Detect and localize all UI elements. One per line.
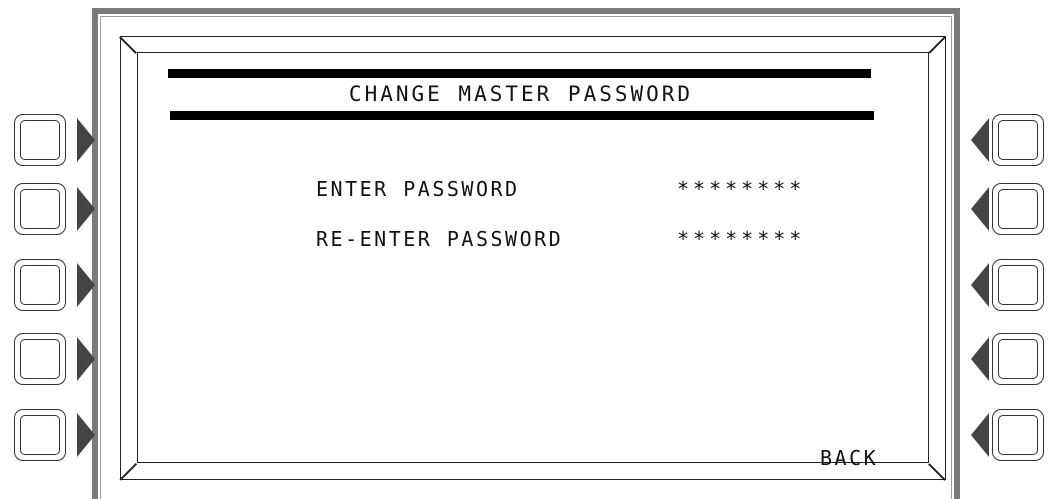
right-softkey-2[interactable] bbox=[992, 183, 1044, 235]
left-softkey-3[interactable] bbox=[14, 259, 66, 311]
right-softkey-4[interactable] bbox=[992, 333, 1044, 385]
left-softkey-4[interactable] bbox=[14, 333, 66, 385]
reenter-password-label: RE-ENTER PASSWORD bbox=[316, 227, 564, 251]
left-softkey-5-arrow-icon bbox=[77, 413, 95, 457]
title-bottom-rule bbox=[170, 111, 874, 120]
enter-password-label: ENTER PASSWORD bbox=[316, 177, 520, 201]
right-softkey-4-arrow-icon bbox=[971, 337, 989, 381]
left-softkey-2-arrow-icon bbox=[77, 187, 95, 231]
right-softkey-3[interactable] bbox=[992, 259, 1044, 311]
right-softkey-2-arrow-icon bbox=[971, 187, 989, 231]
back-softkey-label: BACK bbox=[820, 446, 879, 470]
right-softkey-3-arrow-icon bbox=[971, 263, 989, 307]
right-softkey-5-back[interactable] bbox=[992, 409, 1044, 461]
right-softkey-1[interactable] bbox=[992, 114, 1044, 166]
enter-password-field[interactable]: ******** bbox=[677, 176, 805, 202]
reenter-password-field[interactable]: ******** bbox=[677, 226, 805, 252]
title-top-rule bbox=[168, 69, 871, 78]
right-softkey-1-arrow-icon bbox=[971, 118, 989, 162]
left-softkey-3-arrow-icon bbox=[77, 263, 95, 307]
left-softkey-5[interactable] bbox=[14, 409, 66, 461]
left-softkey-4-arrow-icon bbox=[77, 337, 95, 381]
page-title: CHANGE MASTER PASSWORD bbox=[348, 82, 694, 106]
left-softkey-1[interactable] bbox=[14, 114, 66, 166]
right-softkey-5-arrow-icon bbox=[971, 413, 989, 457]
left-softkey-2[interactable] bbox=[14, 183, 66, 235]
left-softkey-1-arrow-icon bbox=[77, 118, 95, 162]
